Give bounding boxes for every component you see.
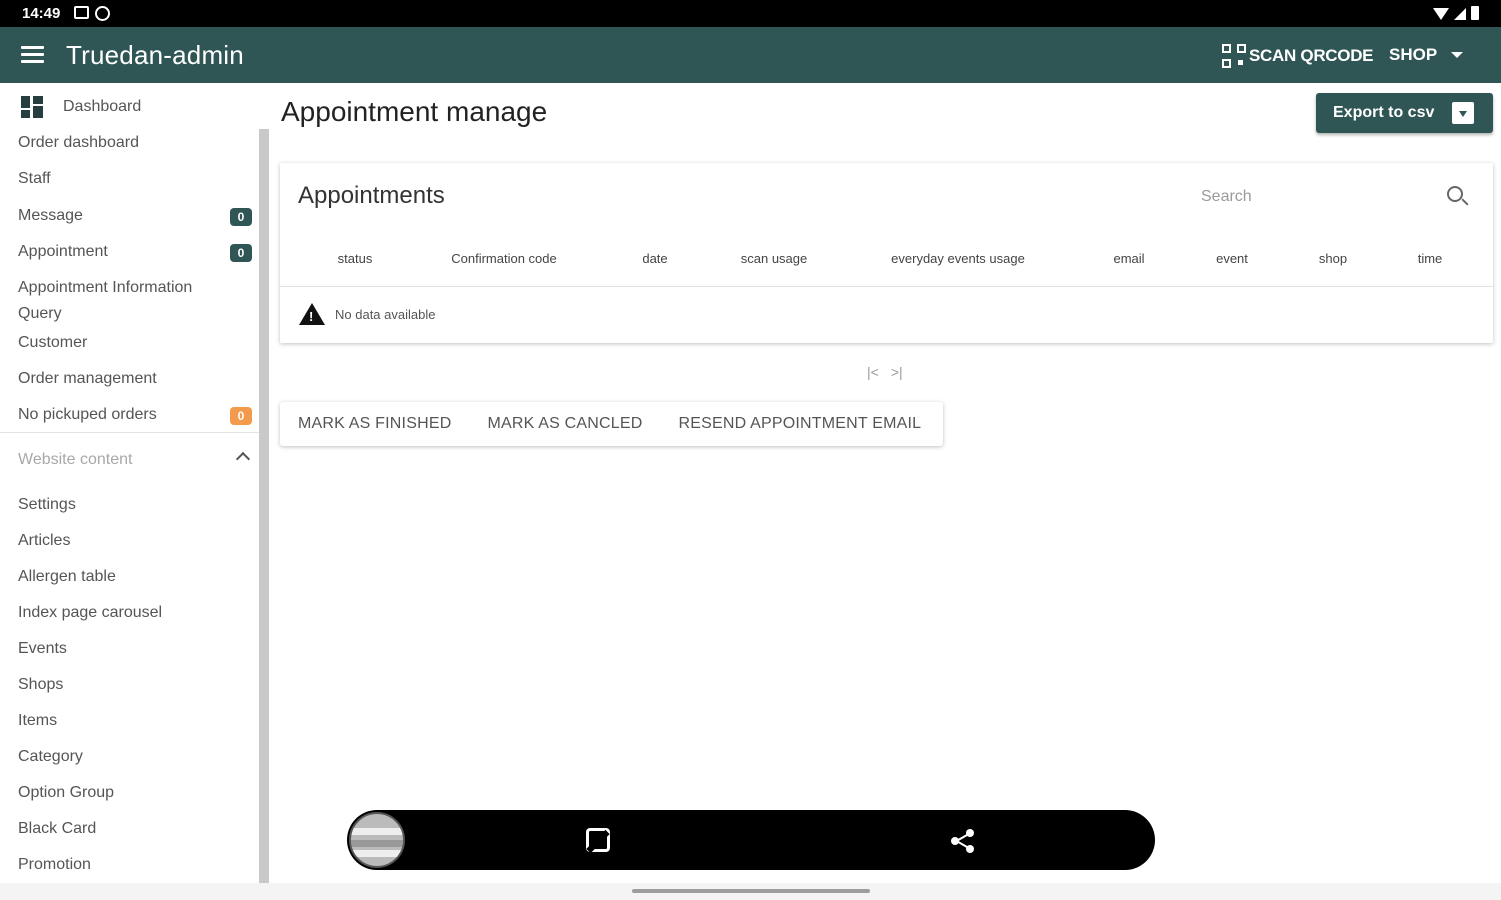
no-data-text: No data available — [335, 306, 436, 322]
column-header-everyday-events-usage[interactable]: everyday events usage — [891, 251, 1025, 266]
resend-appointment-email-button[interactable]: RESEND APPOINTMENT EMAIL — [661, 415, 940, 433]
dashboard-icon — [21, 96, 43, 118]
download-icon — [1452, 102, 1474, 124]
sidebar: Dashboard Order dashboard Staff Message … — [0, 83, 270, 883]
appointments-card: Appointments status Confirmation code da… — [280, 163, 1493, 343]
bulk-actions-bar: MARK AS FINISHED MARK AS CANCLED RESEND … — [280, 402, 943, 446]
chevron-up-icon — [235, 451, 251, 467]
mark-as-finished-button[interactable]: MARK AS FINISHED — [280, 415, 469, 433]
scan-qrcode-label: SCAN QRCODE — [1249, 46, 1374, 65]
sidebar-item-appointment[interactable]: Appointment 0 — [18, 243, 254, 262]
sidebar-item-shops[interactable]: Shops — [18, 676, 254, 694]
column-header-time[interactable]: time — [1418, 251, 1443, 266]
wifi-icon — [1433, 8, 1449, 20]
sidebar-scrollbar[interactable] — [259, 129, 269, 883]
floating-control-bar — [347, 810, 1155, 870]
last-page-button[interactable]: >| — [891, 364, 903, 380]
sidebar-item-events[interactable]: Events — [18, 640, 254, 658]
scan-qrcode-button[interactable]: SCAN QRCODE — [1221, 43, 1374, 69]
share-icon[interactable] — [951, 829, 975, 853]
column-header-shop[interactable]: shop — [1319, 251, 1347, 266]
page-title: Appointment manage — [281, 96, 548, 127]
sidebar-item-message[interactable]: Message 0 — [18, 207, 254, 226]
mark-as-cancled-button[interactable]: MARK AS CANCLED — [469, 415, 660, 433]
warning-icon — [299, 303, 325, 325]
sidebar-item-category[interactable]: Category — [18, 748, 254, 766]
sidebar-item-label: Dashboard — [63, 98, 142, 115]
sidebar-item-index-page-carousel[interactable]: Index page carousel — [18, 604, 254, 622]
search-icon[interactable] — [1447, 186, 1463, 202]
no-data-row: No data available — [299, 303, 435, 325]
first-page-button[interactable]: |< — [867, 364, 879, 380]
sidebar-item-staff[interactable]: Staff — [18, 170, 254, 188]
battery-icon — [1471, 6, 1479, 20]
app-bar: Truedan-admin SCAN QRCODE SHOP — [0, 27, 1501, 83]
sidebar-item-order-management[interactable]: Order management — [18, 370, 254, 388]
sidebar-item-order-dashboard[interactable]: Order dashboard — [18, 134, 254, 152]
shop-dropdown[interactable]: SHOP — [1389, 45, 1464, 65]
sidebar-item-dashboard[interactable]: Dashboard — [21, 96, 257, 118]
gallery-notification-icon — [74, 6, 89, 19]
export-csv-button[interactable]: Export to csv — [1316, 93, 1493, 133]
column-header-confirmation-code[interactable]: Confirmation code — [451, 251, 557, 266]
sidebar-item-allergen-table[interactable]: Allergen table — [18, 568, 254, 586]
app-title: Truedan-admin — [66, 40, 244, 70]
column-header-status[interactable]: status — [338, 251, 373, 266]
search-input[interactable] — [1201, 183, 1431, 211]
sidebar-item-settings[interactable]: Settings — [18, 496, 254, 514]
card-title: Appointments — [298, 182, 445, 209]
pagination: |< >| — [867, 364, 903, 380]
sidebar-item-appointment-info-query[interactable]: Appointment Information Query — [18, 275, 218, 327]
status-time: 14:49 — [22, 5, 61, 22]
rotate-icon[interactable] — [586, 828, 610, 852]
home-handle[interactable] — [632, 889, 870, 893]
signal-icon — [1454, 8, 1466, 20]
chevron-down-icon — [1451, 52, 1464, 58]
column-header-date[interactable]: date — [642, 251, 667, 266]
column-header-scan-usage[interactable]: scan usage — [741, 251, 808, 266]
thumbnail-button[interactable] — [349, 812, 405, 868]
sidebar-item-promotion[interactable]: Promotion — [18, 856, 254, 874]
app-notification-icon — [95, 6, 110, 21]
status-bar: 14:49 — [0, 0, 1501, 27]
sidebar-group-website-content[interactable]: Website content — [18, 451, 251, 469]
column-header-email[interactable]: email — [1113, 251, 1144, 266]
sidebar-item-items[interactable]: Items — [18, 712, 254, 730]
sidebar-item-black-card[interactable]: Black Card — [18, 820, 254, 838]
qr-code-icon — [1221, 43, 1247, 69]
message-count-badge: 0 — [230, 208, 252, 226]
no-pickuped-count-badge: 0 — [230, 407, 252, 425]
sidebar-item-articles[interactable]: Articles — [18, 532, 254, 550]
column-header-event[interactable]: event — [1216, 251, 1248, 266]
sidebar-item-option-group[interactable]: Option Group — [18, 784, 254, 802]
system-nav-bar — [0, 883, 1501, 900]
sidebar-item-no-pickuped-orders[interactable]: No pickuped orders 0 — [18, 406, 254, 425]
sidebar-item-customer[interactable]: Customer — [18, 334, 254, 352]
appointment-count-badge: 0 — [230, 244, 252, 262]
shop-label: SHOP — [1389, 45, 1438, 64]
search-field — [1201, 183, 1475, 213]
export-csv-label: Export to csv — [1333, 104, 1435, 121]
table-header: status Confirmation code date scan usage… — [280, 249, 1493, 287]
menu-icon[interactable] — [21, 46, 44, 64]
sidebar-divider — [0, 432, 260, 433]
